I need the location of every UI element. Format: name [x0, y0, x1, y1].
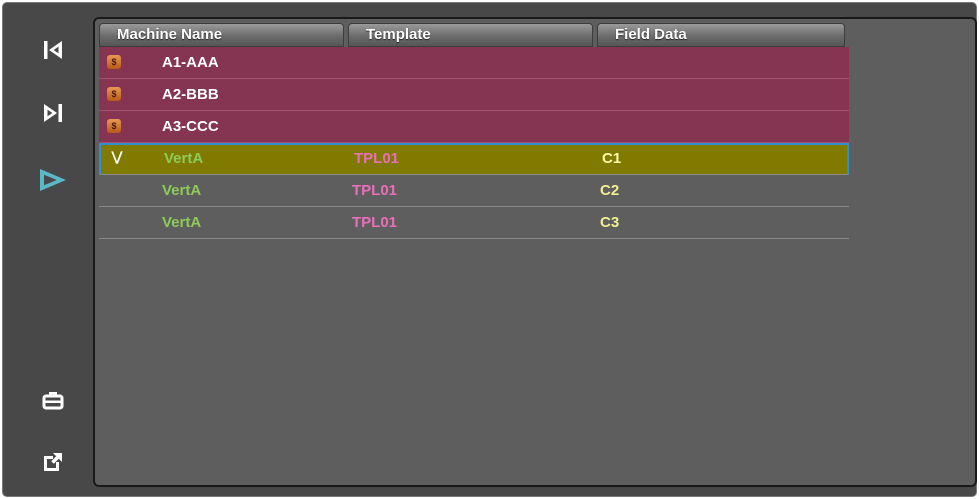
last-record-button[interactable]: [38, 98, 68, 128]
records-panel: Machine Name Template Field Data $ A1-AA…: [93, 17, 977, 487]
group-row[interactable]: $ A3-CCC: [99, 111, 849, 143]
machine-name-cell: VertA: [162, 182, 202, 199]
first-record-icon: [44, 41, 62, 59]
first-record-button[interactable]: [38, 35, 68, 65]
group-label: A3-CCC: [162, 118, 219, 135]
group-label: A2-BBB: [162, 86, 219, 103]
export-button[interactable]: [38, 447, 68, 477]
column-header-machine-name[interactable]: Machine Name: [99, 23, 344, 47]
field-data-cell: C1: [602, 150, 622, 167]
table-body: $ A1-AAA $ A2-BBB $ A3-CCC ⋁ VertA TPL01…: [99, 47, 849, 239]
field-data-cell: C3: [600, 214, 620, 231]
table-header: Machine Name Template Field Data: [99, 23, 849, 47]
export-icon: [44, 453, 62, 471]
group-row[interactable]: $ A2-BBB: [99, 79, 849, 111]
machine-name-cell: VertA: [164, 150, 204, 167]
machine-group-icon: $: [107, 119, 121, 133]
table-row-selected[interactable]: ⋁ VertA TPL01 C1: [99, 143, 849, 175]
group-row[interactable]: $ A1-AAA: [99, 47, 849, 79]
template-cell: TPL01: [352, 214, 398, 231]
template-cell: TPL01: [352, 182, 398, 199]
side-toolbar: [13, 13, 93, 493]
toolbox-button[interactable]: [38, 385, 68, 415]
machine-name-cell: VertA: [162, 214, 202, 231]
machine-group-icon: $: [107, 87, 121, 101]
last-record-icon: [44, 104, 62, 122]
table-row[interactable]: VertA TPL01 C3: [99, 207, 849, 239]
group-label: A1-AAA: [162, 54, 219, 71]
template-cell: TPL01: [354, 150, 400, 167]
play-button[interactable]: [38, 165, 68, 195]
field-data-cell: C2: [600, 182, 620, 199]
column-header-template[interactable]: Template: [348, 23, 593, 47]
outer-frame: Machine Name Template Field Data $ A1-AA…: [2, 2, 977, 497]
app-window: Machine Name Template Field Data $ A1-AA…: [0, 0, 979, 499]
toolbox-icon: [42, 392, 64, 410]
table-row[interactable]: VertA TPL01 C2: [99, 175, 849, 207]
column-header-field-data[interactable]: Field Data: [597, 23, 845, 47]
machine-group-icon: $: [107, 55, 121, 69]
selected-row-marker-icon: ⋁: [111, 149, 123, 164]
play-icon: [40, 169, 66, 191]
